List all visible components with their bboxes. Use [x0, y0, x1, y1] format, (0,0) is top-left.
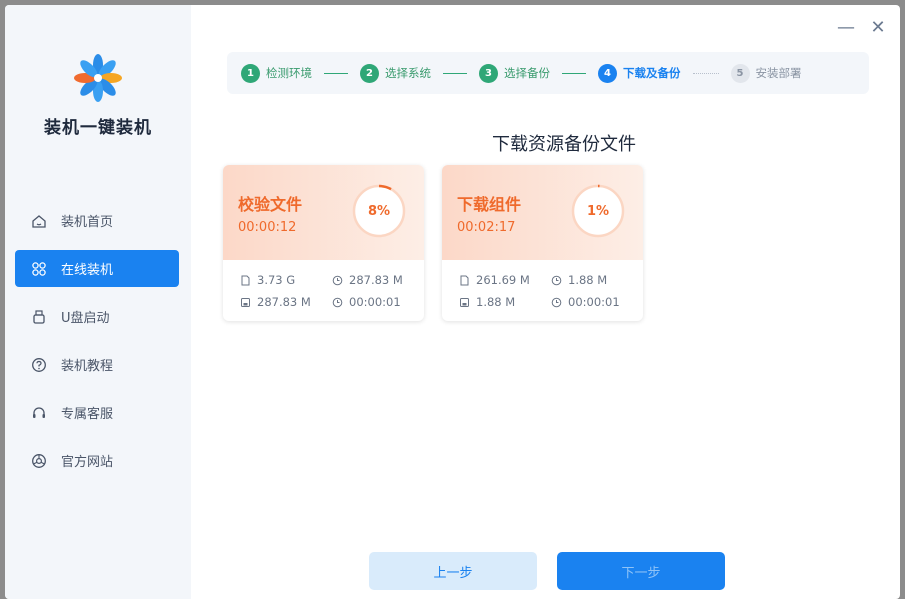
sidebar-item-tutorial[interactable]: 装机教程: [15, 346, 179, 383]
card-stats: 3.73 G 287.83 M 287.83 M 00:00:01: [223, 260, 424, 321]
step-label: 下载及备份: [623, 66, 681, 80]
stat-value: 1.88 M: [568, 273, 608, 287]
step-connector: [562, 72, 586, 74]
sidebar-item-label: 专属客服: [61, 407, 114, 422]
file-icon: [241, 275, 250, 285]
stat-value: 00:00:01: [568, 295, 620, 309]
stat-speed: 1.88 M: [551, 273, 643, 287]
step-label: 安装部署: [755, 66, 802, 80]
sidebar-item-label: 在线装机: [61, 263, 114, 278]
sidebar-item-usb-boot[interactable]: U盘启动: [15, 298, 179, 335]
progress-percent: 1%: [586, 203, 610, 219]
stat-remaining-time: 00:00:01: [551, 295, 643, 309]
step-number: 2: [360, 63, 379, 83]
step-number: 5: [730, 63, 750, 83]
app-title: 装机一键装机: [44, 118, 152, 138]
card-name: 下载组件: [457, 195, 522, 214]
step-install-deploy: 5 安装部署: [730, 63, 802, 83]
task-card-download: 下载组件 00:02:17 1% 261.69 M 1.88 M 1.88 M …: [442, 165, 643, 321]
step-connector: [692, 72, 719, 74]
progress-stepper: 1 检测环境 2 选择系统 3 选择备份 4 下载及备份 5 安装部署: [227, 52, 869, 94]
stat-remaining-time: 00:00:01: [332, 295, 424, 309]
logo-icon: [74, 54, 122, 102]
minimize-button[interactable]: —: [837, 19, 855, 37]
sidebar-item-label: U盘启动: [61, 311, 110, 326]
card-elapsed-time: 00:02:17: [457, 220, 516, 235]
disk-icon: [241, 297, 250, 307]
sidebar-item-support[interactable]: 专属客服: [15, 394, 179, 431]
section-title: 下载资源备份文件: [492, 134, 636, 155]
sidebar-item-label: 装机首页: [61, 215, 114, 230]
step-select-system: 2 选择系统: [360, 63, 431, 83]
step-download-backup: 4 下载及备份: [598, 63, 681, 83]
task-card-verify: 校验文件 00:00:12 8% 3.73 G 287.83 M 287.83 …: [223, 165, 424, 321]
stat-value: 1.88 M: [476, 295, 516, 309]
step-number: 4: [598, 63, 617, 83]
clock-icon: [332, 275, 343, 285]
sidebar-item-website[interactable]: 官方网站: [15, 442, 179, 479]
sidebar-item-label: 官方网站: [61, 455, 114, 470]
card-header: 校验文件 00:00:12 8%: [223, 165, 424, 260]
help-icon: [31, 357, 47, 373]
stat-value: 261.69 M: [476, 273, 530, 287]
card-name: 校验文件: [238, 195, 303, 214]
step-select-backup: 3 选择备份: [479, 63, 550, 83]
step-connector: [443, 72, 467, 74]
stat-value: 00:00:01: [349, 295, 401, 309]
step-detect-env: 1 检测环境: [241, 63, 312, 83]
stat-total-size: 3.73 G: [240, 273, 332, 287]
stat-speed: 287.83 M: [332, 273, 424, 287]
card-elapsed-time: 00:00:12: [238, 220, 297, 235]
card-header: 下载组件 00:02:17 1%: [442, 165, 643, 260]
stat-value: 287.83 M: [257, 295, 311, 309]
sidebar-item-online-install[interactable]: 在线装机: [15, 250, 179, 287]
step-number: 3: [479, 63, 498, 83]
sidebar-nav: 装机首页 在线装机 U盘启动 装机教程 专属客服 官方网站: [15, 202, 179, 490]
prev-step-button[interactable]: 上一步: [369, 552, 537, 590]
progress-percent: 8%: [367, 203, 391, 219]
step-label: 选择备份: [504, 66, 550, 80]
close-button[interactable]: ✕: [869, 19, 887, 37]
home-icon: [31, 213, 47, 229]
step-connector: [324, 72, 348, 74]
globe-icon: [31, 453, 47, 469]
headset-icon: [31, 405, 47, 421]
disk-icon: [460, 297, 469, 307]
apps-icon: [31, 261, 47, 277]
file-icon: [460, 275, 469, 285]
card-stats: 261.69 M 1.88 M 1.88 M 00:00:01: [442, 260, 643, 321]
sidebar-item-label: 装机教程: [61, 359, 114, 374]
stat-value: 3.73 G: [257, 273, 296, 287]
stat-downloaded: 287.83 M: [240, 295, 332, 309]
clock-icon: [551, 297, 562, 307]
stat-total-size: 261.69 M: [459, 273, 551, 287]
clock-icon: [551, 275, 562, 285]
step-label: 检测环境: [266, 66, 312, 80]
app-window: 装机一键装机 装机首页 在线装机 U盘启动 装机教程 专属客服 官方网站 — ✕…: [5, 5, 900, 599]
stat-downloaded: 1.88 M: [459, 295, 551, 309]
stat-value: 287.83 M: [349, 273, 403, 287]
next-step-button[interactable]: 下一步: [557, 552, 725, 590]
step-number: 1: [241, 63, 260, 83]
sidebar-item-home[interactable]: 装机首页: [15, 202, 179, 239]
clock-icon: [332, 297, 343, 307]
sidebar: 装机一键装机 装机首页 在线装机 U盘启动 装机教程 专属客服 官方网站: [5, 5, 191, 599]
usb-icon: [31, 309, 47, 325]
step-label: 选择系统: [385, 66, 431, 80]
